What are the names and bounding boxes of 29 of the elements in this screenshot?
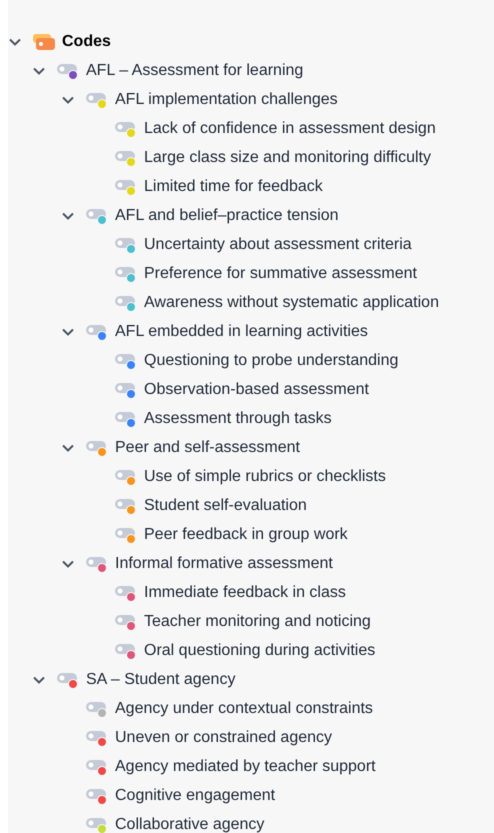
code-label[interactable]: Preference for summative assessment	[144, 262, 417, 286]
code-label[interactable]: Awareness without systematic application	[144, 290, 439, 314]
code-label[interactable]: Large class size and monitoring difficulty	[144, 146, 431, 170]
code-label[interactable]: AFL and belief–practice tension	[115, 204, 339, 228]
tree-root-label[interactable]: Codes	[62, 30, 111, 54]
code-label[interactable]: AFL implementation challenges	[115, 88, 338, 112]
code-label[interactable]: Assessment through tasks	[144, 406, 332, 430]
folder-icon	[32, 32, 56, 52]
code-label[interactable]: Immediate feedback in class	[144, 580, 346, 604]
code-label[interactable]: Teacher monitoring and noticing	[144, 610, 371, 634]
code-label[interactable]: Student self-evaluation	[144, 494, 307, 518]
code-label[interactable]: AFL embedded in learning activities	[115, 320, 368, 344]
code-label[interactable]: Collaborative agency	[115, 812, 264, 833]
code-label[interactable]: Peer feedback in group work	[144, 522, 348, 546]
code-label[interactable]: Use of simple rubrics or checklists	[144, 464, 386, 488]
code-label[interactable]: SA – Student agency	[86, 668, 236, 692]
code-label[interactable]: Lack of confidence in assessment design	[144, 116, 436, 140]
code-label[interactable]: Limited time for feedback	[144, 174, 323, 198]
code-label[interactable]: Agency under contextual constraints	[115, 696, 373, 720]
code-label[interactable]: Agency mediated by teacher support	[115, 754, 376, 778]
code-label[interactable]: Uneven or constrained agency	[115, 726, 332, 750]
code-label[interactable]: Cognitive engagement	[115, 784, 276, 808]
code-label[interactable]: Observation-based assessment	[144, 378, 369, 402]
code-label[interactable]: Peer and self-assessment	[115, 436, 300, 460]
code-label[interactable]: Uncertainty about assessment criteria	[144, 232, 412, 256]
code-label[interactable]: Informal formative assessment	[115, 552, 333, 576]
code-label[interactable]: Questioning to probe understanding	[144, 348, 398, 372]
code-label[interactable]: Oral questioning during activities	[144, 638, 376, 662]
code-label[interactable]: AFL – Assessment for learning	[86, 58, 304, 82]
